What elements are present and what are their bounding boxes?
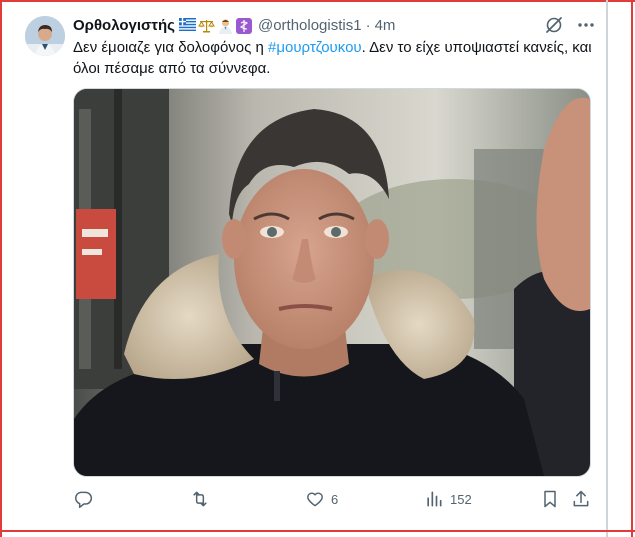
- doctor-icon: [217, 18, 234, 34]
- tweet-header: Ορθολογιστής @orthologistis1 · 4m: [73, 15, 593, 35]
- scales-icon: [198, 18, 215, 33]
- retweet-icon: [189, 489, 211, 509]
- grok-icon[interactable]: [544, 15, 564, 35]
- window-frame-left: [0, 0, 2, 537]
- share-icon: [571, 489, 591, 509]
- avatar[interactable]: [25, 16, 65, 56]
- reply-icon: [73, 489, 93, 509]
- retweet-button[interactable]: [189, 488, 217, 510]
- medical-icon: [235, 17, 253, 34]
- tweet-text: Δεν έμοιαζε για δολοφόνος η #μουρτζουκου…: [73, 37, 598, 79]
- separator-dot: ·: [365, 16, 371, 34]
- display-name[interactable]: Ορθολογιστής: [73, 17, 175, 34]
- timestamp[interactable]: 4m: [375, 17, 396, 34]
- views-button[interactable]: 152: [424, 488, 472, 510]
- reply-button[interactable]: [73, 488, 99, 510]
- timeline-divider: [606, 0, 608, 537]
- views-count: 152: [450, 491, 472, 507]
- bookmark-button[interactable]: [540, 488, 560, 510]
- like-count: 6: [331, 491, 339, 507]
- tweet-actions: 6 152: [73, 488, 598, 512]
- bookmark-icon: [540, 489, 560, 509]
- more-options-icon[interactable]: [576, 15, 596, 35]
- heart-icon: [305, 489, 325, 509]
- tweet-photo[interactable]: [73, 88, 591, 477]
- window-frame-right: [631, 0, 633, 537]
- tweet[interactable]: Ορθολογιστής @orthologistis1 · 4m Δεν έμ…: [10, 6, 604, 526]
- hashtag-link[interactable]: #μουρτζουκου: [268, 39, 362, 56]
- share-button[interactable]: [571, 488, 591, 510]
- greece-flag-icon: [178, 17, 196, 33]
- tweet-text-start: Δεν έμοιαζε για δολοφόνος η: [73, 39, 269, 56]
- analytics-icon: [424, 489, 444, 509]
- name-badges: [178, 17, 253, 34]
- like-button[interactable]: 6: [305, 488, 338, 510]
- window-frame-top: [0, 0, 635, 2]
- window-frame-bottom: [0, 530, 635, 532]
- user-handle[interactable]: @orthologistis1: [258, 17, 362, 34]
